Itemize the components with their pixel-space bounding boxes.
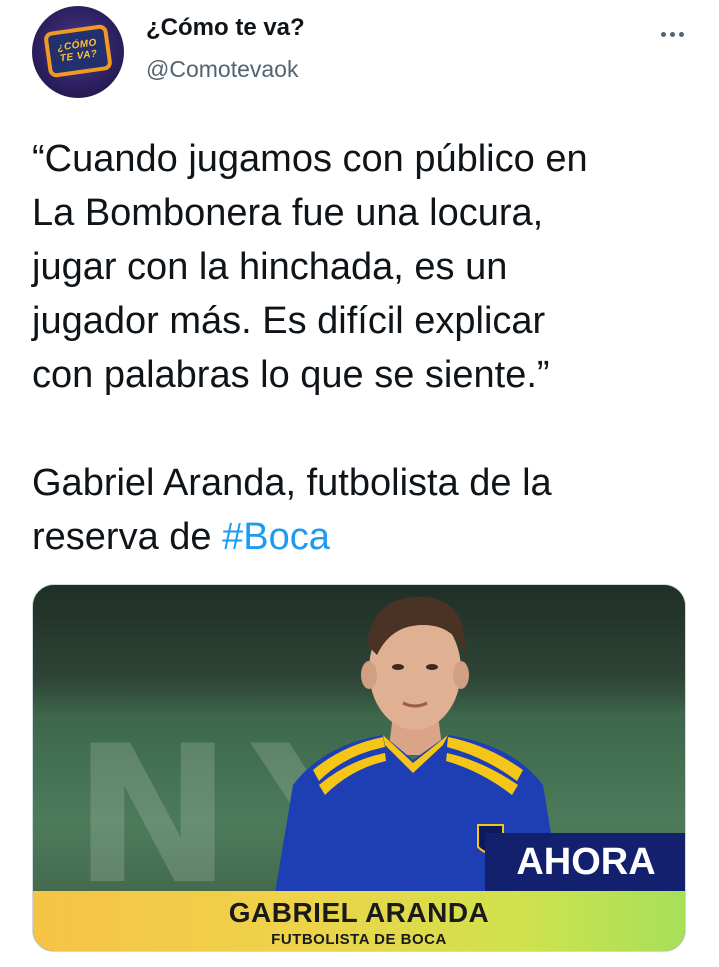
quote-line: jugador más. Es difícil explicar bbox=[32, 300, 546, 342]
more-dot-icon bbox=[660, 31, 666, 37]
hashtag-link[interactable]: #Boca bbox=[222, 516, 330, 558]
user-handle[interactable]: @Comotevaok bbox=[146, 56, 298, 83]
ahora-badge: AHORA bbox=[485, 833, 685, 891]
caption-bar: GABRIEL ARANDA FUTBOLISTA DE BOCA bbox=[33, 891, 685, 951]
attribution-line: reserva de #Boca bbox=[32, 510, 702, 564]
quote-line: jugar con la hinchada, es un bbox=[32, 246, 508, 288]
quote-line: con palabras lo que se siente.” bbox=[32, 354, 550, 396]
como-te-va-logo: ¿CÓMO TE VA? bbox=[43, 23, 113, 79]
attribution-prefix: reserva de bbox=[32, 516, 223, 558]
avatar[interactable]: ¿CÓMO TE VA? bbox=[32, 6, 124, 98]
more-options-button[interactable] bbox=[650, 22, 694, 46]
more-dot-icon bbox=[678, 31, 684, 37]
caption-name: GABRIEL ARANDA bbox=[228, 897, 490, 928]
tweet-media-image[interactable]: NY AHORA GABRIEL ARANDA FUTBOLISTA DE BO… bbox=[32, 584, 686, 952]
display-name[interactable]: ¿Cómo te va? bbox=[146, 14, 305, 42]
quote-line: “Cuando jugamos con público en bbox=[32, 138, 588, 180]
attribution-line: Gabriel Aranda, futbolista de la bbox=[32, 462, 552, 504]
quote-line: La Bombonera fue una locura, bbox=[32, 192, 544, 234]
caption-role: FUTBOLISTA DE BOCA bbox=[271, 931, 447, 948]
tweet-text: “Cuando jugamos con público en La Bombon… bbox=[32, 132, 702, 564]
more-dot-icon bbox=[669, 31, 675, 37]
